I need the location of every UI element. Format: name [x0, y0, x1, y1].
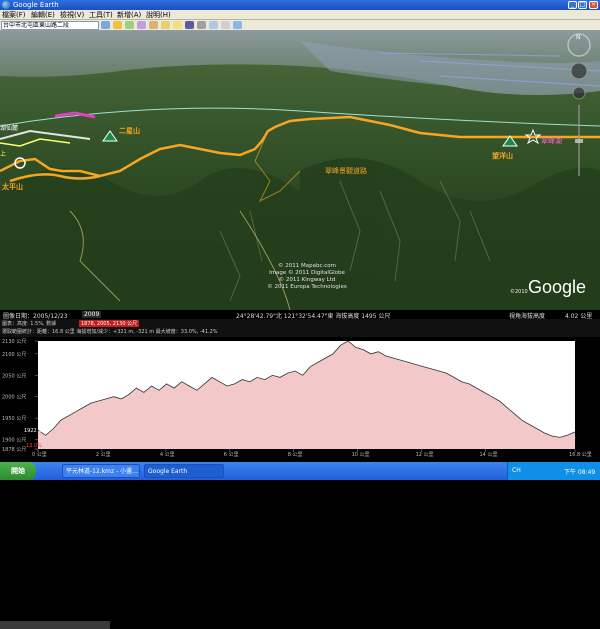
tour-icon[interactable] [161, 21, 170, 29]
x-tick-label: 10 公里 [352, 452, 370, 458]
x-tick-label: 2 公里 [96, 452, 111, 458]
x-tick-label: 0 公里 [32, 452, 47, 458]
toolbar: 台中市北屯區東山路二段 [0, 20, 600, 31]
ruler-icon[interactable] [197, 21, 206, 29]
profile-chart[interactable]: 2130 公尺 2100 公尺 2050 公尺 2000 公尺 1950 公尺 1900 … [0, 337, 600, 458]
task-item-earth[interactable]: Google Earth [144, 464, 224, 478]
attribution-line: Image © 2011 DigitalGlobe [269, 270, 345, 276]
system-tray: CH 下午 08:49 [507, 462, 600, 480]
polygon-icon[interactable] [125, 21, 134, 29]
profile-header: 圖表：高度: 1.5%, 數據 1878, 2005, 2130 公尺 選取範圍… [0, 319, 600, 337]
menu-file[interactable]: 檔案(F) [2, 10, 26, 20]
google-earth-icon [2, 1, 10, 9]
email-icon[interactable] [209, 21, 218, 29]
y-tick-label: 1878 公尺 [2, 447, 26, 453]
trail-label[interactable]: 翠峰景觀道路 [325, 166, 367, 176]
title-bar: Google Earth _ □ × [0, 0, 600, 10]
taskbar: 開始 平元林道-12.kmz - 小畫... Google Earth CH 下… [0, 462, 600, 480]
y-tick-label: 1950 公尺 [2, 416, 26, 422]
lang-indicator[interactable]: CH [512, 467, 521, 474]
edge-label-1[interactable]: 湖仙麓 [0, 123, 18, 132]
svg-text:N: N [576, 34, 581, 41]
x-tick-label: 12 公里 [416, 452, 434, 458]
status-bar: 圖像日期：2005/12/23 2009 24°28'42.79"北 121°3… [0, 310, 600, 629]
y-tick-label: 2050 公尺 [2, 373, 26, 379]
search-input[interactable]: 台中市北屯區東山路二段 [1, 21, 99, 30]
x-tick-label: 14 公里 [480, 452, 498, 458]
menu-add[interactable]: 新增(A) [117, 10, 141, 20]
menu-tools[interactable]: 工具(T) [89, 10, 113, 20]
planets-icon[interactable] [185, 21, 194, 29]
x-tick-label: 16.8 公里 [569, 452, 592, 458]
callout-value: 1922 公尺 [24, 428, 48, 434]
x-tick-label: 8 公里 [288, 452, 303, 458]
y-tick-label: 1900 公尺 [2, 438, 26, 444]
profile-stats: 選取範圍統計：距離：16.8 公里 海拔增加/減少：+321 m, -321 m… [2, 329, 218, 335]
callout-slope: 13.0% [26, 443, 42, 449]
menu-view[interactable]: 檢視(V) [60, 10, 84, 20]
start-button[interactable]: 開始 [0, 462, 36, 480]
maximize-button[interactable]: □ [578, 1, 587, 9]
attribution-line: © 2011 Europa Technologies [267, 284, 347, 290]
x-tick-label: 6 公里 [224, 452, 239, 458]
menu-edit[interactable]: 編輯(E) [31, 10, 55, 20]
x-tick-label: 4 公里 [160, 452, 175, 458]
google-logo: Google [528, 277, 587, 297]
menu-bar: 檔案(F) 編輯(E) 檢視(V) 工具(T) 新增(A) 說明(H) [0, 10, 600, 20]
y-tick-label: 2000 公尺 [2, 395, 26, 401]
task-item-paint[interactable]: 平元林道-12.kmz - 小畫... [62, 464, 140, 478]
edge-label-2[interactable]: 上 [0, 149, 6, 158]
y-tick-label: 2100 公尺 [2, 352, 26, 358]
minimize-button[interactable]: _ [568, 1, 577, 9]
clock: 下午 08:49 [564, 469, 596, 476]
attribution: © 2011 Mapabc.com Image © 2011 DigitalGl… [262, 263, 352, 291]
peak-label-taiping[interactable]: 太平山 [2, 182, 23, 192]
sun-icon[interactable] [173, 21, 182, 29]
peak-label-wangyang[interactable]: 望洋山 [492, 151, 513, 161]
placemark-icon[interactable] [113, 21, 122, 29]
elevation-profile: 圖表：高度: 1.5%, 數據 1878, 2005, 2130 公尺 選取範圍… [0, 319, 600, 459]
profile-title: 圖表：高度: 1.5%, 數據 [2, 321, 57, 327]
lake-label[interactable]: 翠峰湖 [541, 136, 562, 146]
view-in-maps-icon[interactable] [233, 21, 242, 29]
year-badge: 2009 [82, 311, 102, 318]
profile-range: 1878, 2005, 2130 公尺 [79, 320, 140, 327]
print-icon[interactable] [221, 21, 230, 29]
y-tick-label: 2130 公尺 [2, 339, 26, 345]
map-viewport[interactable]: N 二星山 望洋山 翠峰湖 太平山 翠峰景觀道路 湖仙麓 上 © 2011 Ma… [0, 31, 600, 310]
hide-sidebar-icon[interactable] [101, 21, 110, 29]
close-button[interactable]: × [589, 1, 598, 9]
time-slider[interactable] [0, 621, 110, 629]
menu-help[interactable]: 說明(H) [146, 10, 171, 20]
attribution-line: © 2011 Kingway Ltd [278, 277, 336, 283]
peak-label-ehrsan[interactable]: 二星山 [119, 126, 140, 136]
image-overlay-icon[interactable] [149, 21, 158, 29]
window-title: Google Earth [13, 1, 59, 9]
path-icon[interactable] [137, 21, 146, 29]
google-year: ©2010 [510, 289, 528, 295]
attribution-line: © 2011 Mapabc.com [278, 263, 336, 269]
